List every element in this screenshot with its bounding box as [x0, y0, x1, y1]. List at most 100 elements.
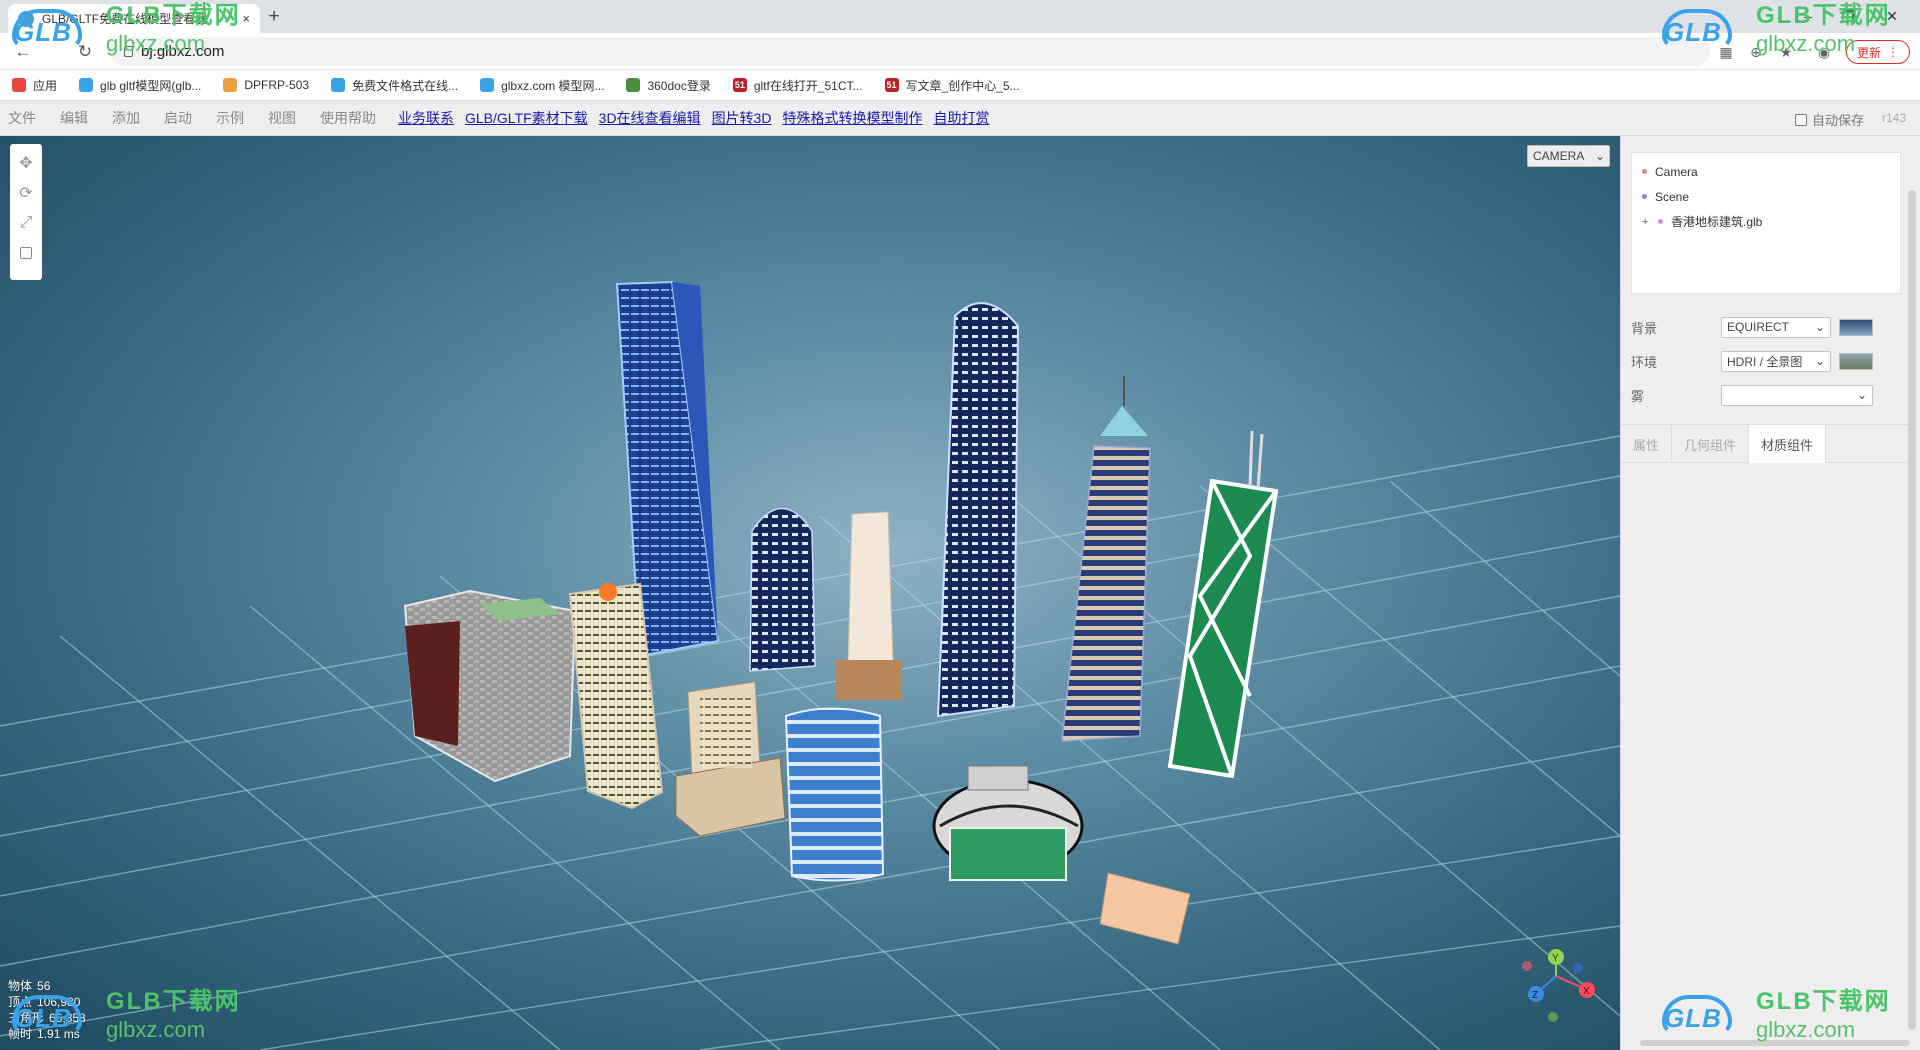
bookmark-label: gltf在线打开_51CT... — [753, 78, 863, 93]
bookmark-item[interactable]: glb gltf模型网(glb... — [79, 77, 201, 94]
stat-label: 物体 — [8, 979, 33, 993]
background-label: 背景 — [1631, 320, 1658, 336]
fog-row: 雾 ⌄ — [1631, 378, 1911, 412]
menu-link[interactable]: 3D在线查看编辑 — [599, 108, 701, 128]
object-type-dot-icon — [1658, 219, 1663, 224]
bookmark-item[interactable]: 360doc登录 — [626, 77, 711, 94]
menu-item[interactable]: 示例 — [216, 108, 244, 128]
tab-close-icon[interactable]: × — [242, 11, 250, 26]
bookmark-label: 写文章_创作中心_5... — [905, 78, 1020, 93]
environment-select[interactable]: HDRI / 全景图 ⌄ — [1721, 350, 1831, 372]
object-flat-panel — [1099, 872, 1191, 945]
update-button[interactable]: 更新 ⋮ — [1846, 40, 1910, 64]
menu-item[interactable]: 启动 — [164, 108, 192, 128]
new-tab-button[interactable]: + — [262, 6, 286, 28]
camera-select-value: CAMERA — [1533, 149, 1585, 163]
menu-link[interactable]: 特殊格式转换模型制作 — [782, 108, 922, 128]
fog-select[interactable]: ⌄ — [1721, 384, 1873, 406]
maximize-button[interactable]: ❐ — [1828, 4, 1868, 28]
stat-value: 1.91 ms — [37, 1027, 80, 1041]
local-space-checkbox[interactable] — [13, 238, 39, 268]
background-texture-swatch[interactable] — [1839, 318, 1873, 336]
background-row: 背景 EQUIRECT ⌄ — [1631, 310, 1911, 344]
properties-tab[interactable]: 材质组件 — [1749, 425, 1827, 463]
menu-item[interactable]: 文件 — [8, 108, 36, 128]
address-url: bj.glbxz.com — [141, 43, 225, 60]
fog-label: 雾 — [1631, 388, 1645, 404]
render-stats: 物体 56 顶点 106,980 三角形 66,358 帧时 1.91 ms — [8, 978, 86, 1042]
properties-tab[interactable]: 属性 — [1621, 425, 1673, 463]
environment-label: 环境 — [1631, 354, 1658, 370]
stat-row: 帧时 1.91 ms — [8, 1026, 86, 1042]
bookmark-item[interactable]: 应用 — [12, 77, 57, 94]
building-convention-centre — [932, 765, 1084, 881]
address-bar[interactable]: bj.glbxz.com — [110, 37, 1710, 66]
outliner-item[interactable]: Camera — [1632, 159, 1900, 184]
bookmark-star-icon[interactable]: ★ — [1776, 42, 1796, 62]
browser-tab-strip: GLB/GLTF免费在线模型查看器 × + – ❐ ✕ — [0, 0, 1920, 33]
gizmo-y-label: Y — [1552, 953, 1559, 964]
update-label: 更新 — [1856, 45, 1881, 60]
tower-ifc2 — [936, 302, 1020, 718]
back-button[interactable]: ← — [10, 39, 36, 65]
transform-toolbar: ✥ ⟳ ⤢ — [10, 144, 42, 280]
apps-grid-icon — [12, 78, 26, 92]
bookmark-item[interactable]: DPFRP-503 — [223, 78, 309, 92]
browser-tab[interactable]: GLB/GLTF免费在线模型查看器 × — [8, 4, 260, 33]
outliner-item[interactable]: + 香港地标建筑.glb — [1632, 209, 1900, 234]
stat-label: 帧时 — [8, 1027, 33, 1041]
menu-item[interactable]: 视图 — [268, 108, 296, 128]
background-select[interactable]: EQUIRECT ⌄ — [1721, 316, 1831, 338]
translate-tool-icon[interactable]: ✥ — [13, 148, 39, 178]
autosave-toggle[interactable]: 自动保存 — [1795, 110, 1864, 129]
menu-item[interactable]: 使用帮助 — [320, 108, 376, 128]
stat-value: 66,358 — [49, 1011, 86, 1025]
menu-link[interactable]: 自助打赏 — [933, 108, 989, 128]
properties-tab[interactable]: 几何组件 — [1672, 425, 1750, 463]
profile-icon[interactable]: ◉ — [1814, 42, 1834, 62]
3d-viewport[interactable]: Y X Z ✥ ⟳ ⤢ CAMERA ⌄ 物体 56 顶点 106,980 三角形 66,… — [0, 136, 1620, 1050]
bookmark-item[interactable]: 51 写文章_创作中心_5... — [884, 77, 1020, 94]
outliner-item[interactable]: Scene — [1632, 184, 1900, 209]
bookmark-item[interactable]: 免费文件格式在线... — [331, 77, 458, 94]
51-icon: 51 — [884, 78, 899, 92]
scene-outliner[interactable]: Camera Scene + 香港地标建筑.glb — [1631, 152, 1901, 294]
bookmark-item[interactable]: 51 gltf在线打开_51CT... — [732, 77, 863, 94]
tower-white-slim — [836, 511, 902, 700]
editor-sidebar: Camera Scene + 香港地标建筑.glb 背景 EQUIRECT ⌄ 环境 … — [1620, 136, 1920, 1050]
scale-tool-icon[interactable]: ⤢ — [13, 208, 39, 238]
sidebar-scrollbar-horizontal[interactable] — [1640, 1040, 1910, 1046]
properties-tabs: 属性 几何组件 材质组件 — [1621, 424, 1911, 463]
chevron-down-icon: ⌄ — [1814, 320, 1825, 334]
autosave-checkbox[interactable] — [1795, 113, 1807, 126]
scene-render: Y X Z — [0, 280, 1620, 1050]
stat-row: 顶点 106,980 — [8, 994, 86, 1010]
stat-row: 物体 56 — [8, 978, 86, 994]
minimize-button[interactable]: – — [1788, 4, 1828, 28]
bookmark-item[interactable]: glbxz.com 模型网... — [480, 77, 604, 94]
menu-link[interactable]: GLB/GLTF素材下载 — [465, 108, 588, 128]
stat-value: 106,980 — [37, 995, 81, 1009]
reload-button[interactable]: ↻ — [72, 39, 98, 65]
close-window-button[interactable]: ✕ — [1872, 4, 1912, 28]
menu-links: 业务联系 GLB/GLTF素材下载 3D在线查看编辑 图片转3D 特殊格式转换模型制作自… — [398, 108, 1000, 128]
chevron-down-icon: ⌄ — [1594, 149, 1605, 163]
sidebar-scrollbar[interactable] — [1908, 190, 1916, 1030]
menu-item[interactable]: 添加 — [112, 108, 140, 128]
rotate-tool-icon[interactable]: ⟳ — [13, 178, 39, 208]
expand-icon[interactable]: + — [1642, 216, 1658, 228]
menu-item[interactable]: 编辑 — [60, 108, 88, 128]
stat-label: 三角形 — [8, 1011, 45, 1025]
gizmo-z-label: Z — [1532, 990, 1538, 1001]
tab-title: GLB/GLTF免费在线模型查看器 — [42, 12, 208, 26]
environment-texture-swatch[interactable] — [1839, 352, 1873, 370]
browser-toolbar: ← ↻ bj.glbxz.com ▦ ⊕ ★ ◉ 更新 ⋮ — [0, 33, 1920, 70]
camera-select[interactable]: CAMERA ⌄ — [1527, 145, 1610, 167]
bookmark-label: DPFRP-503 — [244, 78, 310, 92]
bookmark-label: glb gltf模型网(glb... — [100, 78, 202, 93]
menu-link[interactable]: 图片转3D — [712, 108, 772, 128]
zoom-icon[interactable]: ⊕ — [1746, 42, 1766, 62]
lock-icon — [124, 46, 133, 57]
menu-link[interactable]: 业务联系 — [398, 108, 454, 128]
qr-code-icon[interactable]: ▦ — [1716, 42, 1736, 62]
